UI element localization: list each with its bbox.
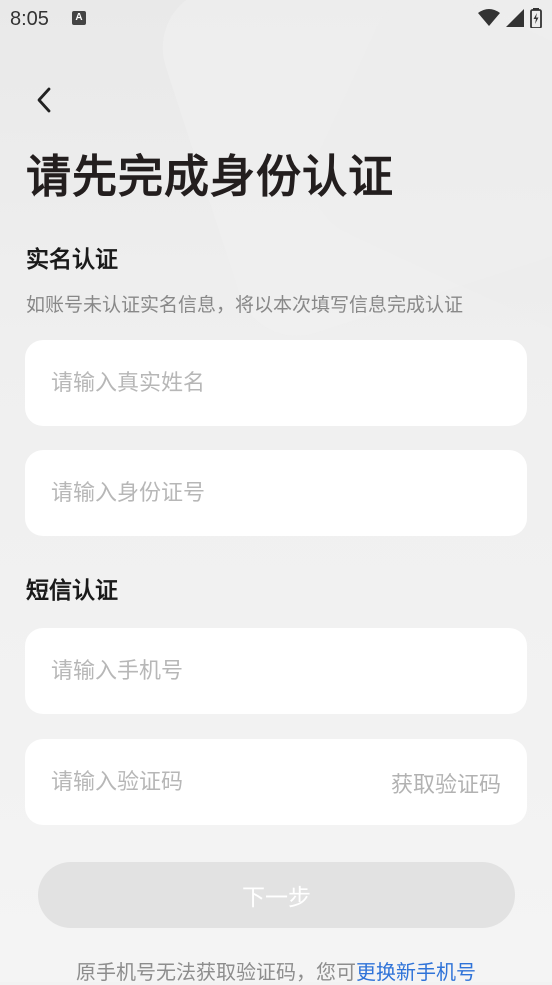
id-number-input[interactable] xyxy=(25,450,527,536)
page-title: 请先完成身份认证 xyxy=(26,150,395,203)
signal-icon xyxy=(506,9,524,27)
real-name-input[interactable] xyxy=(25,340,527,426)
notification-icon: A xyxy=(72,11,86,25)
next-button[interactable]: 下一步 xyxy=(38,862,515,928)
name-input-container xyxy=(25,340,527,426)
get-code-button[interactable]: 获取验证码 xyxy=(391,767,501,799)
chevron-left-icon xyxy=(37,87,51,113)
wifi-icon xyxy=(478,9,500,26)
sms-section-title: 短信认证 xyxy=(26,578,118,604)
real-name-section-title: 实名认证 xyxy=(26,247,118,273)
status-bar: 8:05 A xyxy=(0,0,552,40)
battery-icon xyxy=(530,8,542,28)
code-input-container: 获取验证码 xyxy=(25,739,527,825)
phone-input[interactable] xyxy=(25,628,527,714)
id-input-container xyxy=(25,450,527,536)
footer-text: 原手机号无法获取验证码，您可 xyxy=(76,960,356,984)
status-icons xyxy=(478,8,542,28)
status-time: 8:05 xyxy=(10,8,49,30)
next-button-label: 下一步 xyxy=(242,885,311,911)
phone-input-container xyxy=(25,628,527,714)
real-name-section-subtitle: 如账号未认证实名信息，将以本次填写信息完成认证 xyxy=(26,294,464,316)
change-phone-link[interactable]: 更换新手机号 xyxy=(356,960,476,984)
footer-note: 原手机号无法获取验证码，您可更换新手机号 xyxy=(0,956,552,985)
verification-code-input[interactable] xyxy=(25,739,365,825)
back-button[interactable] xyxy=(26,82,62,118)
